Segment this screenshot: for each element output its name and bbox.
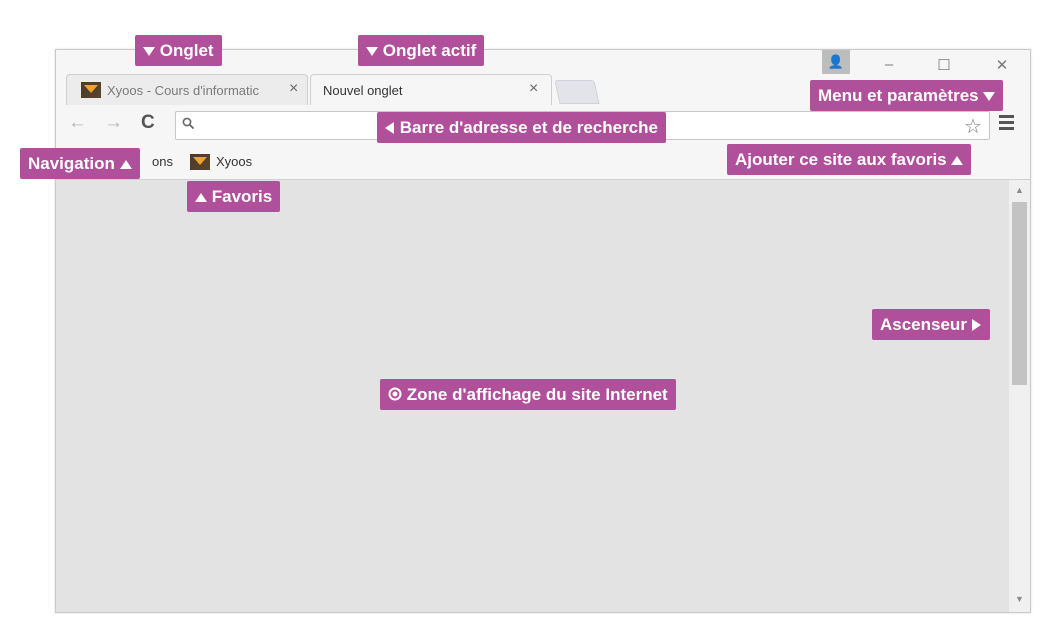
tab-close-icon[interactable]: × [529,80,538,98]
annotation-text: Zone d'affichage du site Internet [406,385,668,404]
arrow-up-icon [951,156,964,165]
annotation-onglet-actif: Onglet actif [358,35,485,66]
annotation-text: Ascenseur [880,315,967,334]
annotation-menu: Menu et paramètres [810,80,1004,111]
annotation-favoris: Favoris [187,181,281,212]
tab-title: Nouvel onglet [323,83,403,98]
xyoos-bookmark-favicon-icon [190,154,210,170]
scroll-down-arrow-icon[interactable]: ▼ [1009,594,1030,604]
close-window-button[interactable]: ✕ [990,56,1014,74]
forward-button[interactable]: → [104,112,123,134]
target-icon [388,387,402,401]
annotation-text: Ajouter ce site aux favoris [735,150,947,169]
arrow-left-icon [385,122,394,134]
annotation-text: Onglet [159,41,214,60]
annotation-adresse: Barre d'adresse et de recherche [377,112,666,143]
arrow-down-icon [366,47,378,56]
annotation-onglet: Onglet [135,35,222,66]
arrow-down-icon [143,47,155,56]
back-button[interactable]: ← [68,112,87,134]
annotation-zone: Zone d'affichage du site Internet [380,379,676,410]
bookmark-apps[interactable]: ons [152,154,173,169]
profile-icon[interactable]: 👤 [822,50,850,74]
annotation-text: Barre d'adresse et de recherche [399,118,658,137]
maximize-button[interactable]: ☐ [932,56,956,74]
annotation-text: Menu et paramètres [818,86,979,105]
annotation-ascenseur: Ascenseur [872,309,990,340]
reload-button[interactable]: C [141,112,155,134]
annotation-text: Favoris [211,187,273,206]
bookmark-xyoos[interactable]: Xyoos [216,154,252,169]
arrow-up-icon [119,160,132,169]
star-icon[interactable]: ☆ [964,114,982,139]
annotation-text: Navigation [28,154,115,173]
minimize-button[interactable]: – [877,56,901,73]
scroll-up-arrow-icon[interactable]: ▲ [1009,185,1030,195]
annotation-ajouter-favoris: Ajouter ce site aux favoris [727,144,972,175]
new-tab-button[interactable] [554,80,600,104]
menu-icon[interactable] [999,115,1017,133]
arrow-right-icon [971,319,981,331]
tab-close-icon[interactable]: × [289,80,298,98]
tab-xyoos[interactable]: Xyoos - Cours d'informatic × [66,74,308,105]
arrow-down-icon [983,92,996,101]
arrow-up-icon [195,193,207,202]
scroll-thumb[interactable] [1012,202,1027,385]
annotation-navigation: Navigation [20,148,140,179]
tab-title: Xyoos - Cours d'informatic [107,83,260,98]
xyoos-favicon-icon [81,82,101,98]
tab-active-new[interactable]: Nouvel onglet × [310,74,552,105]
search-icon [182,117,195,133]
annotation-text: Onglet actif [382,41,477,60]
